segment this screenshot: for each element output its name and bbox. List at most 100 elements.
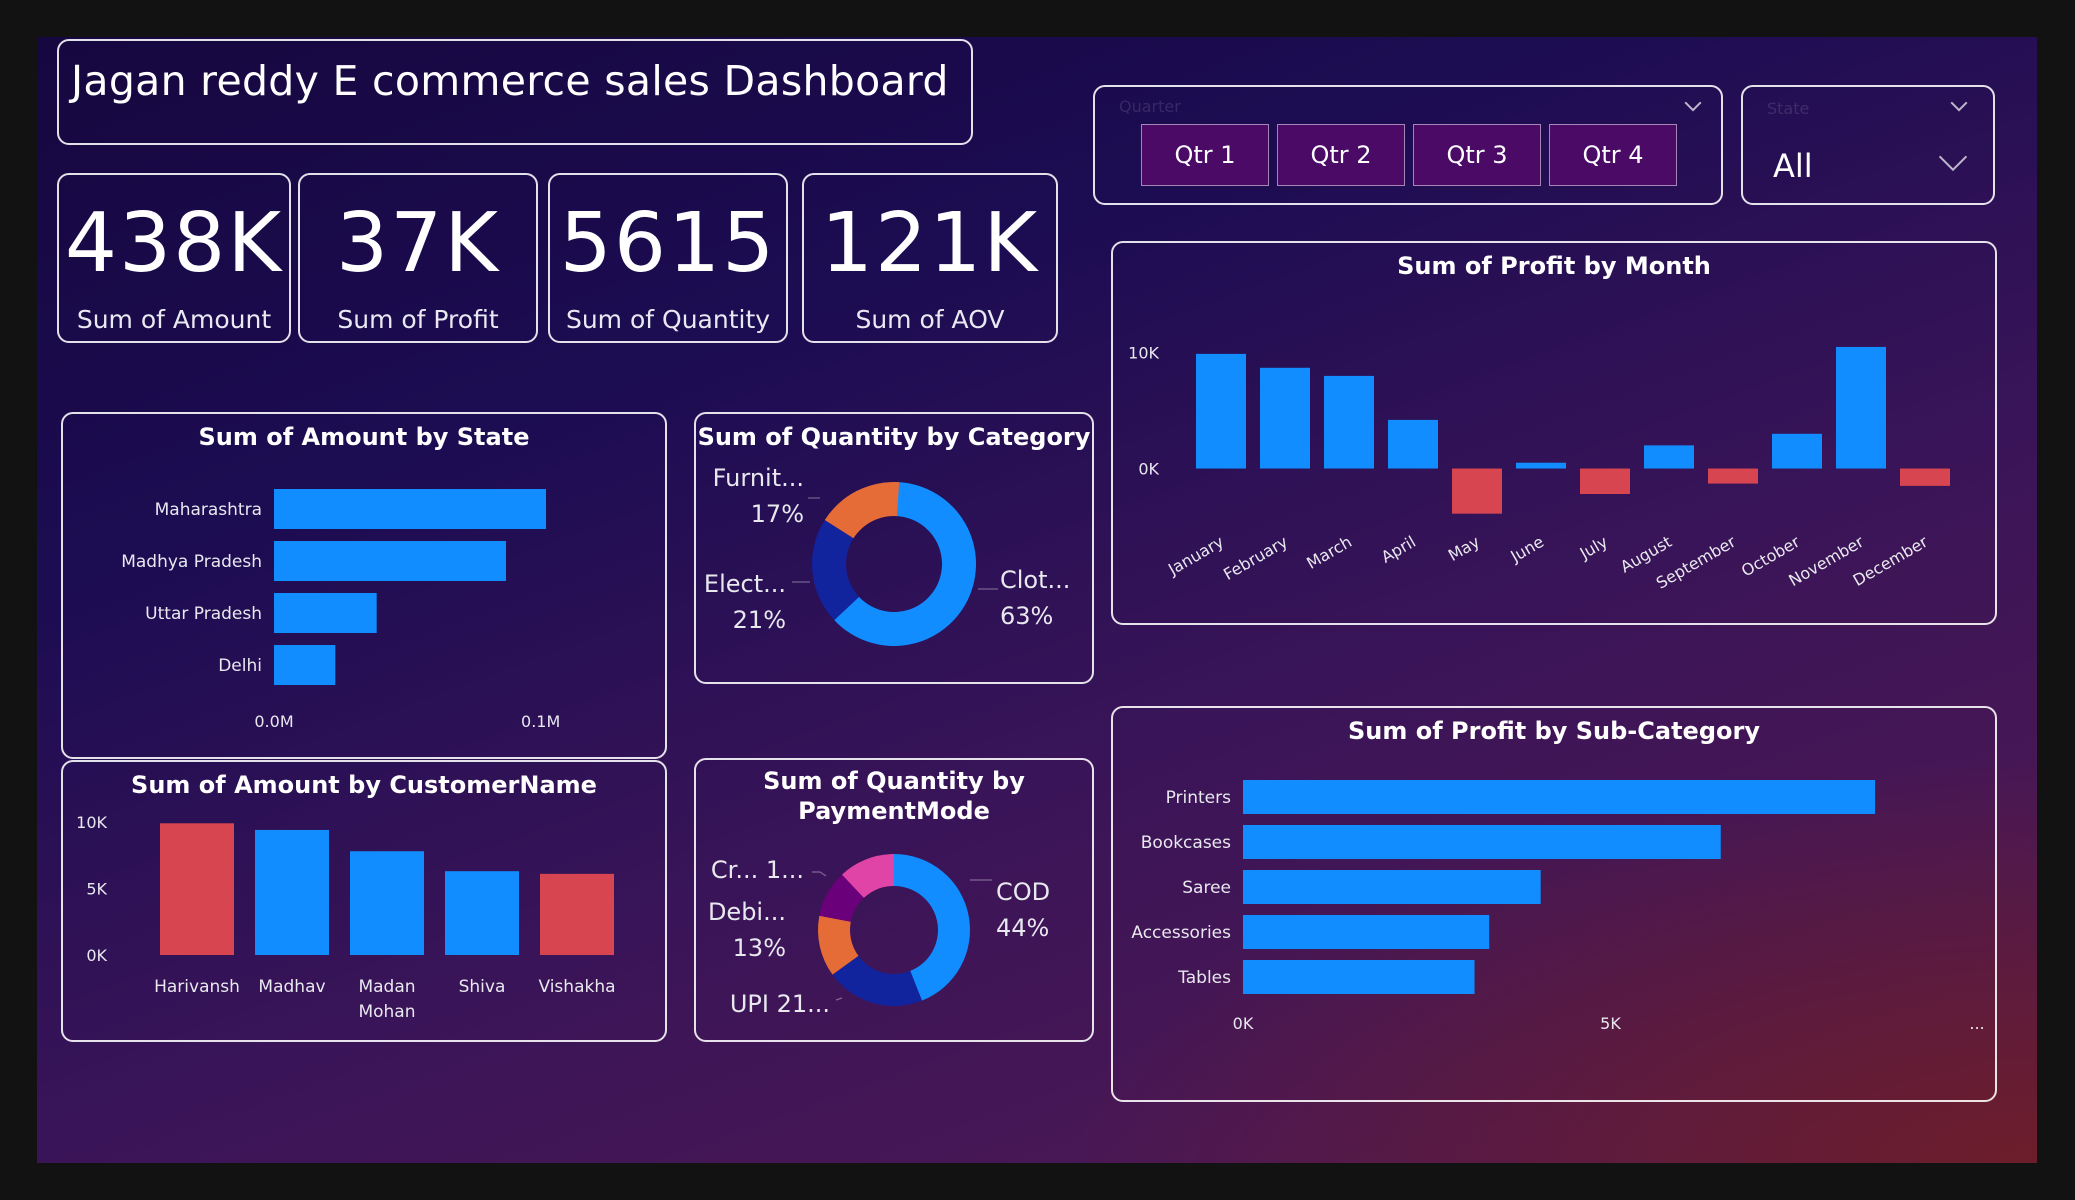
- kpi-card-profit[interactable]: 37K Sum of Profit: [298, 173, 538, 343]
- kpi-label: Sum of Amount: [76, 305, 272, 334]
- kpi-card-aov[interactable]: 121K Sum of AOV: [802, 173, 1058, 343]
- slice-label: Furnit...: [713, 464, 804, 492]
- category-donut-chart: Clot... 63% Elect... 21% Furnit... 17%: [704, 464, 1070, 646]
- bar: [1388, 419, 1438, 469]
- bar: [160, 823, 234, 955]
- category-label: Mohan: [358, 1002, 415, 1022]
- slice-label: COD: [996, 878, 1050, 906]
- slice-percent: 17%: [751, 500, 804, 528]
- category-label: Madhya Pradesh: [121, 552, 262, 572]
- title-card: Jagan reddy E commerce sales Dashboard: [57, 39, 973, 145]
- bar: [1243, 915, 1490, 949]
- kpi-value: 121K: [820, 196, 1040, 291]
- category-label: Bookcases: [1141, 833, 1231, 853]
- state-slicer-label: State: [1767, 99, 1810, 118]
- bar: [1836, 346, 1886, 469]
- quarter-button-qtr3[interactable]: Qtr 3: [1413, 124, 1541, 186]
- kpi-label: Sum of AOV: [855, 305, 1005, 334]
- bar: [274, 593, 377, 633]
- bar: [1243, 780, 1876, 814]
- category-label: Shiva: [459, 977, 506, 997]
- bar: [1243, 870, 1541, 904]
- slice-percent: 21%: [733, 606, 786, 634]
- bar: [1708, 468, 1758, 484]
- kpi-card-quantity[interactable]: 5615 Sum of Quantity: [548, 173, 788, 343]
- bar: [274, 645, 336, 685]
- bar: [1516, 462, 1566, 469]
- category-label: Harivansh: [154, 977, 240, 997]
- bar: [1580, 468, 1630, 494]
- state-slicer[interactable]: State All: [1741, 85, 1995, 205]
- chevron-down-icon[interactable]: [1684, 94, 1702, 112]
- category-label: Uttar Pradesh: [145, 604, 262, 624]
- quarter-slicer: Quarter Qtr 1 Qtr 2 Qtr 3 Qtr 4: [1093, 85, 1723, 205]
- axis-tick-label: 0.1M: [521, 712, 560, 731]
- bar: [540, 873, 614, 955]
- chart-amount-by-customer: Sum of Amount by CustomerName 10K 5K 0K Har…: [61, 760, 667, 1042]
- axis-tick-label: 0.0M: [254, 712, 293, 731]
- quarter-button-qtr1[interactable]: Qtr 1: [1141, 124, 1269, 186]
- kpi-value: 37K: [335, 196, 501, 291]
- quarter-button-qtr2[interactable]: Qtr 2: [1277, 124, 1405, 186]
- quarter-slicer-label: Quarter: [1119, 97, 1181, 116]
- bar: [445, 871, 519, 955]
- category-label: Madhav: [258, 977, 325, 997]
- bar: [274, 489, 546, 529]
- category-label: April: [1378, 532, 1419, 567]
- category-label: Vishakha: [538, 977, 615, 997]
- axis-tick-label: 5K: [1600, 1014, 1621, 1033]
- chart-profit-by-month: Sum of Profit by Month 10K 0K January Febru…: [1111, 241, 1997, 625]
- kpi-value: 5615: [559, 196, 777, 291]
- bar: [255, 829, 329, 955]
- chart-quantity-by-paymentmode: Sum of Quantity by PaymentMode COD 44% UPI…: [694, 758, 1094, 1042]
- kpi-card-amount[interactable]: 438K Sum of Amount: [57, 173, 291, 343]
- bar: [274, 541, 506, 581]
- bar: [1900, 468, 1950, 486]
- chevron-down-icon[interactable]: [1950, 94, 1968, 112]
- kpi-value: 438K: [64, 196, 284, 291]
- bar: [1196, 353, 1246, 469]
- bar: [1243, 825, 1721, 859]
- subcategory-bar-chart: Printers Bookcases Saree Accessories Tables 0…: [1131, 780, 1985, 1033]
- axis-tick-label: 0K: [1233, 1014, 1254, 1033]
- slice-percent: 63%: [1000, 602, 1053, 630]
- kpi-label: Sum of Profit: [337, 305, 499, 334]
- slice-label: Debi...: [708, 898, 786, 926]
- category-label: Delhi: [218, 656, 262, 676]
- slice-label: UPI 21...: [730, 990, 830, 1018]
- category-label: May: [1445, 532, 1483, 565]
- category-label: Saree: [1182, 878, 1231, 898]
- dashboard-canvas: Jagan reddy E commerce sales Dashboard 4…: [37, 37, 2037, 1163]
- chart-amount-by-state: Sum of Amount by State Maharashtra Madhya…: [61, 412, 667, 759]
- category-label: Maharashtra: [155, 500, 262, 520]
- more-indicator: ...: [1969, 1014, 1984, 1033]
- axis-tick-label: 0K: [1138, 460, 1159, 479]
- dropdown-chevron-icon[interactable]: [1938, 142, 1968, 172]
- bar: [1644, 445, 1694, 469]
- state-bar-chart: Maharashtra Madhya Pradesh Uttar Pradesh De…: [121, 489, 560, 731]
- state-dropdown-value[interactable]: All: [1773, 147, 1813, 185]
- bar: [350, 851, 424, 955]
- bar: [1452, 468, 1502, 514]
- slice-label: Elect...: [704, 570, 786, 598]
- leader-line: [812, 871, 827, 877]
- bar: [1772, 433, 1822, 469]
- customer-bar-chart: 10K 5K 0K Harivansh Madhav Madan Mohan Shiva Vis…: [76, 813, 615, 1022]
- category-label: Madan: [358, 977, 415, 997]
- slice-percent: 44%: [996, 914, 1049, 942]
- category-label: Printers: [1166, 788, 1232, 808]
- bar: [1260, 367, 1310, 469]
- bar: [1243, 960, 1475, 994]
- slice-percent: 13%: [733, 934, 786, 962]
- category-label: Accessories: [1131, 923, 1231, 943]
- chart-quantity-by-category: Sum of Quantity by Category Clot... 63% El…: [694, 412, 1094, 684]
- category-label: July: [1576, 532, 1611, 563]
- axis-tick-label: 10K: [1128, 344, 1159, 363]
- category-label: March: [1303, 532, 1355, 573]
- axis-tick-label: 0K: [86, 946, 107, 965]
- category-label: June: [1506, 532, 1547, 566]
- month-bar-chart: 10K 0K JanuaryFebruary March April May June Jul…: [1128, 344, 1950, 593]
- quarter-button-qtr4[interactable]: Qtr 4: [1549, 124, 1677, 186]
- axis-tick-label: 5K: [86, 879, 107, 898]
- slice-label: Cr... 1...: [711, 856, 804, 884]
